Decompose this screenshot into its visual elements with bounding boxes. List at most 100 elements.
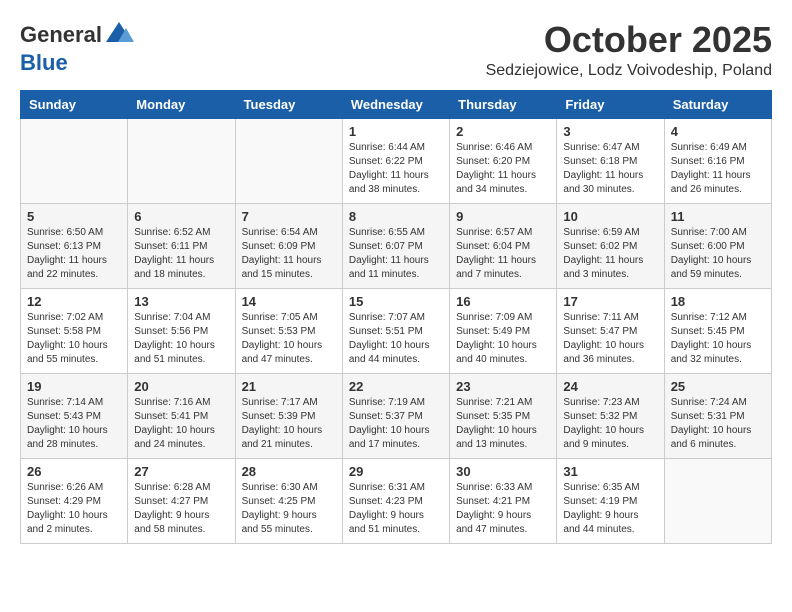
calendar-cell — [128, 118, 235, 203]
calendar-cell: 29Sunrise: 6:31 AM Sunset: 4:23 PM Dayli… — [342, 458, 449, 543]
day-info: Sunrise: 7:24 AM Sunset: 5:31 PM Dayligh… — [671, 396, 765, 452]
calendar-cell — [21, 118, 128, 203]
logo: General Blue — [20, 20, 134, 76]
calendar-cell: 13Sunrise: 7:04 AM Sunset: 5:56 PM Dayli… — [128, 288, 235, 373]
calendar-cell: 8 Sunrise: 6:55 AM Sunset: 6:07 PM Daylig… — [342, 203, 449, 288]
day-info: Sunrise: 6:49 AM Sunset: 6:16 PM Dayligh… — [671, 141, 765, 197]
day-number: 1 — [349, 124, 443, 139]
day-number: 28 — [242, 464, 336, 479]
weekday-header: Monday — [128, 90, 235, 118]
calendar-row: 12 Sunrise: 7:02 AM Sunset: 5:58 PM Dayli… — [21, 288, 772, 373]
calendar-cell: 20 Sunrise: 7:16 AM Sunset: 5:41 PM Dayli… — [128, 373, 235, 458]
day-info: Sunrise: 7:17 AM Sunset: 5:39 PM Dayligh… — [242, 396, 336, 452]
day-number: 10 — [563, 209, 657, 224]
day-info: Sunrise: 7:07 AM Sunset: 5:51 PM Dayligh… — [349, 311, 443, 367]
day-info: Sunrise: 6:50 AM Sunset: 6:13 PM Dayligh… — [27, 226, 121, 282]
location-title: Sedziejowice, Lodz Voivodeship, Poland — [486, 62, 772, 80]
day-number: 14 — [242, 294, 336, 309]
calendar-cell: 30 Sunrise: 6:33 AM Sunset: 4:21 PM Dayli… — [450, 458, 557, 543]
calendar-row: 5 Sunrise: 6:50 AM Sunset: 6:13 PM Daylig… — [21, 203, 772, 288]
month-title: October 2025 — [486, 20, 772, 60]
day-info: Sunrise: 6:59 AM Sunset: 6:02 PM Dayligh… — [563, 226, 657, 282]
day-number: 12 — [27, 294, 121, 309]
day-number: 20 — [134, 379, 228, 394]
calendar-cell: 19 Sunrise: 7:14 AM Sunset: 5:43 PM Dayli… — [21, 373, 128, 458]
day-info: Sunrise: 7:02 AM Sunset: 5:58 PM Dayligh… — [27, 311, 121, 367]
weekday-header: Wednesday — [342, 90, 449, 118]
day-number: 19 — [27, 379, 121, 394]
calendar-cell: 12 Sunrise: 7:02 AM Sunset: 5:58 PM Dayli… — [21, 288, 128, 373]
calendar-cell: 25 Sunrise: 7:24 AM Sunset: 5:31 PM Dayli… — [664, 373, 771, 458]
day-number: 22 — [349, 379, 443, 394]
day-info: Sunrise: 7:09 AM Sunset: 5:49 PM Dayligh… — [456, 311, 550, 367]
day-info: Sunrise: 6:55 AM Sunset: 6:07 PM Dayligh… — [349, 226, 443, 282]
day-info: Sunrise: 7:23 AM Sunset: 5:32 PM Dayligh… — [563, 396, 657, 452]
calendar-table: SundayMondayTuesdayWednesdayThursdayFrid… — [20, 90, 772, 544]
calendar-cell: 5 Sunrise: 6:50 AM Sunset: 6:13 PM Daylig… — [21, 203, 128, 288]
day-number: 4 — [671, 124, 765, 139]
day-info: Sunrise: 6:33 AM Sunset: 4:21 PM Dayligh… — [456, 481, 550, 537]
calendar-cell — [235, 118, 342, 203]
weekday-header: Friday — [557, 90, 664, 118]
day-number: 2 — [456, 124, 550, 139]
day-info: Sunrise: 6:52 AM Sunset: 6:11 PM Dayligh… — [134, 226, 228, 282]
calendar-cell: 27Sunrise: 6:28 AM Sunset: 4:27 PM Dayli… — [128, 458, 235, 543]
calendar-cell: 28 Sunrise: 6:30 AM Sunset: 4:25 PM Dayli… — [235, 458, 342, 543]
day-number: 31 — [563, 464, 657, 479]
day-number: 25 — [671, 379, 765, 394]
weekday-header: Thursday — [450, 90, 557, 118]
day-info: Sunrise: 7:21 AM Sunset: 5:35 PM Dayligh… — [456, 396, 550, 452]
calendar-cell: 2Sunrise: 6:46 AM Sunset: 6:20 PM Daylig… — [450, 118, 557, 203]
calendar-cell: 3 Sunrise: 6:47 AM Sunset: 6:18 PM Daylig… — [557, 118, 664, 203]
calendar-cell: 7 Sunrise: 6:54 AM Sunset: 6:09 PM Daylig… — [235, 203, 342, 288]
day-info: Sunrise: 7:16 AM Sunset: 5:41 PM Dayligh… — [134, 396, 228, 452]
day-number: 6 — [134, 209, 228, 224]
day-number: 21 — [242, 379, 336, 394]
calendar-row: 1 Sunrise: 6:44 AM Sunset: 6:22 PM Daylig… — [21, 118, 772, 203]
calendar-cell: 21 Sunrise: 7:17 AM Sunset: 5:39 PM Dayli… — [235, 373, 342, 458]
calendar-cell: 17 Sunrise: 7:11 AM Sunset: 5:47 PM Dayli… — [557, 288, 664, 373]
day-number: 8 — [349, 209, 443, 224]
day-info: Sunrise: 6:47 AM Sunset: 6:18 PM Dayligh… — [563, 141, 657, 197]
calendar-cell: 6 Sunrise: 6:52 AM Sunset: 6:11 PM Daylig… — [128, 203, 235, 288]
day-number: 17 — [563, 294, 657, 309]
day-number: 15 — [349, 294, 443, 309]
day-info: Sunrise: 7:14 AM Sunset: 5:43 PM Dayligh… — [27, 396, 121, 452]
day-info: Sunrise: 6:35 AM Sunset: 4:19 PM Dayligh… — [563, 481, 657, 537]
calendar-row: 26 Sunrise: 6:26 AM Sunset: 4:29 PM Dayli… — [21, 458, 772, 543]
calendar-cell: 24 Sunrise: 7:23 AM Sunset: 5:32 PM Dayli… — [557, 373, 664, 458]
page-header: General Blue October 2025 Sedziejowice, … — [20, 20, 772, 80]
day-info: Sunrise: 6:26 AM Sunset: 4:29 PM Dayligh… — [27, 481, 121, 537]
day-number: 26 — [27, 464, 121, 479]
day-info: Sunrise: 7:12 AM Sunset: 5:45 PM Dayligh… — [671, 311, 765, 367]
logo-blue-text: Blue — [20, 50, 68, 76]
day-number: 3 — [563, 124, 657, 139]
calendar-cell: 22 Sunrise: 7:19 AM Sunset: 5:37 PM Dayli… — [342, 373, 449, 458]
title-section: October 2025 Sedziejowice, Lodz Voivodes… — [486, 20, 772, 80]
day-number: 30 — [456, 464, 550, 479]
day-number: 23 — [456, 379, 550, 394]
calendar-cell: 10 Sunrise: 6:59 AM Sunset: 6:02 PM Dayli… — [557, 203, 664, 288]
day-info: Sunrise: 6:57 AM Sunset: 6:04 PM Dayligh… — [456, 226, 550, 282]
day-number: 18 — [671, 294, 765, 309]
weekday-header: Saturday — [664, 90, 771, 118]
calendar-cell: 23 Sunrise: 7:21 AM Sunset: 5:35 PM Dayli… — [450, 373, 557, 458]
day-info: Sunrise: 7:05 AM Sunset: 5:53 PM Dayligh… — [242, 311, 336, 367]
day-number: 27 — [134, 464, 228, 479]
calendar-row: 19 Sunrise: 7:14 AM Sunset: 5:43 PM Dayli… — [21, 373, 772, 458]
calendar-cell: 9Sunrise: 6:57 AM Sunset: 6:04 PM Daylig… — [450, 203, 557, 288]
day-info: Sunrise: 7:19 AM Sunset: 5:37 PM Dayligh… — [349, 396, 443, 452]
day-info: Sunrise: 6:54 AM Sunset: 6:09 PM Dayligh… — [242, 226, 336, 282]
day-info: Sunrise: 6:30 AM Sunset: 4:25 PM Dayligh… — [242, 481, 336, 537]
calendar-cell — [664, 458, 771, 543]
day-number: 5 — [27, 209, 121, 224]
logo-icon — [104, 20, 134, 50]
day-number: 7 — [242, 209, 336, 224]
calendar-cell: 31 Sunrise: 6:35 AM Sunset: 4:19 PM Dayli… — [557, 458, 664, 543]
calendar-cell: 14 Sunrise: 7:05 AM Sunset: 5:53 PM Dayli… — [235, 288, 342, 373]
day-info: Sunrise: 7:11 AM Sunset: 5:47 PM Dayligh… — [563, 311, 657, 367]
logo-general-text: General — [20, 22, 102, 48]
calendar-header-row: SundayMondayTuesdayWednesdayThursdayFrid… — [21, 90, 772, 118]
day-number: 24 — [563, 379, 657, 394]
day-info: Sunrise: 6:44 AM Sunset: 6:22 PM Dayligh… — [349, 141, 443, 197]
